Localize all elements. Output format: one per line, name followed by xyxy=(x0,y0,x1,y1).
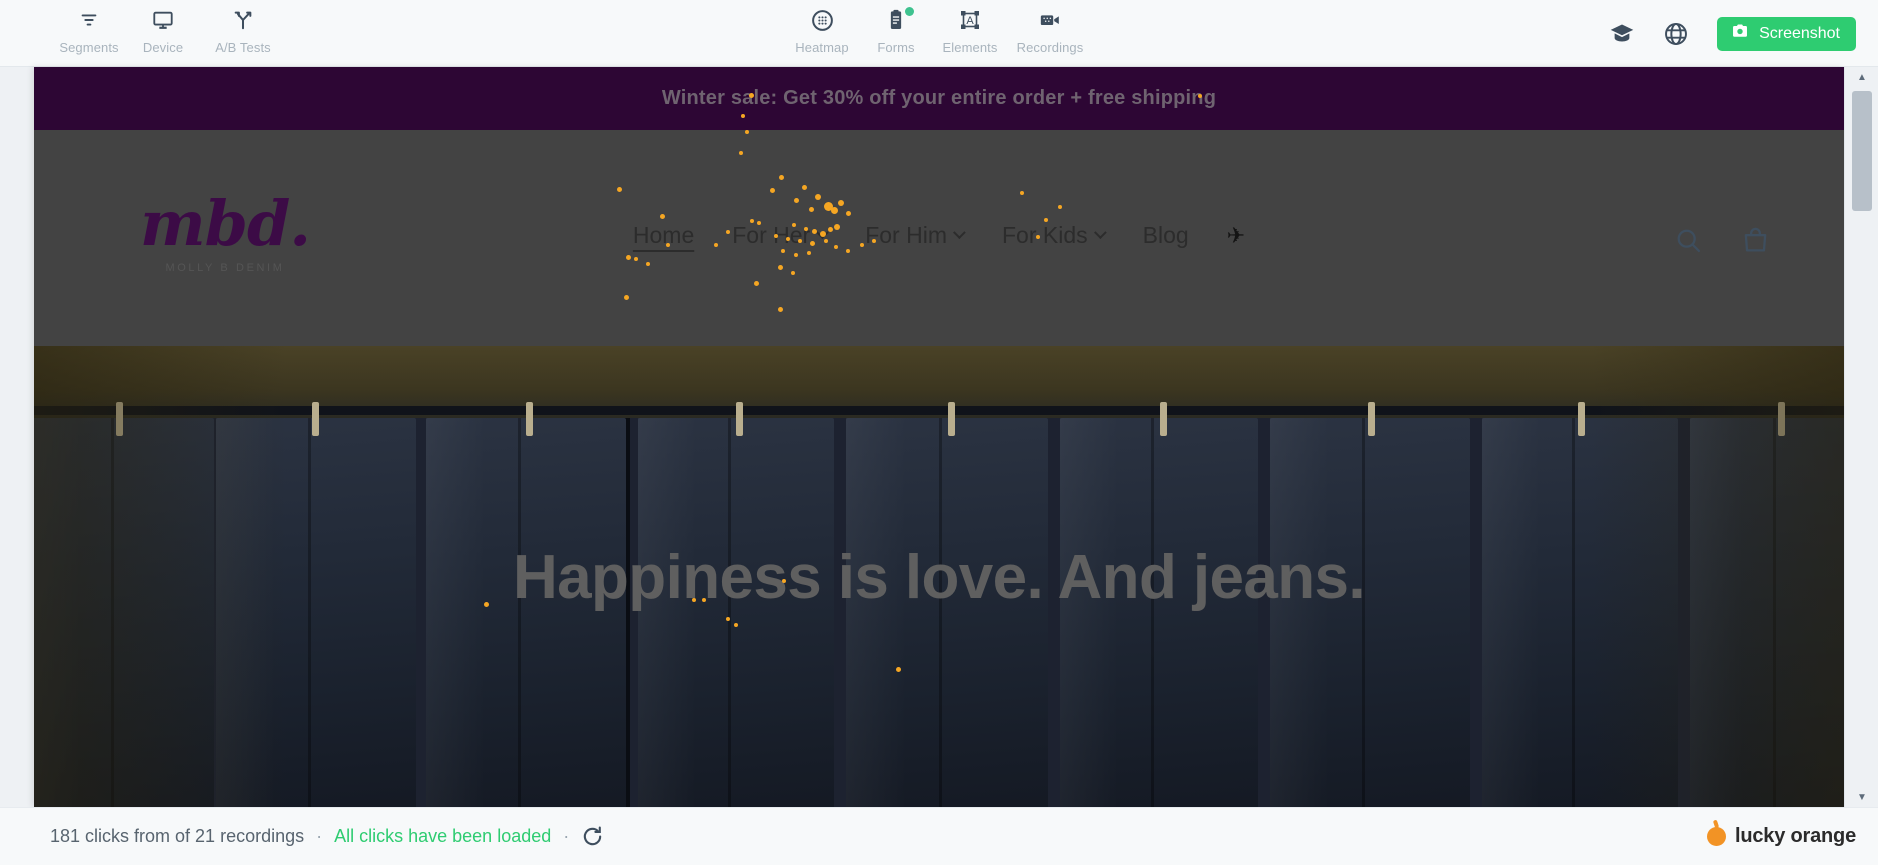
brand-tagline: MOLLY B DENIM xyxy=(165,262,285,274)
header-actions xyxy=(1674,226,1770,255)
brand-wordmark: mbd. xyxy=(140,187,311,260)
toolbar-right-group: Screenshot xyxy=(1609,0,1856,67)
toolbar-device-label: Device xyxy=(142,40,184,55)
hero-section: Happiness is love. And jeans. xyxy=(34,346,1844,807)
toolbar-ab-tests-button[interactable]: A/B Tests xyxy=(200,6,286,55)
promo-banner: Winter sale: Get 30% off your entire ord… xyxy=(34,67,1844,130)
scroll-up-arrow-icon[interactable]: ▲ xyxy=(1845,67,1878,87)
toolbar-heatmap-label: Heatmap xyxy=(795,40,849,55)
toolbar-elements-label: Elements xyxy=(942,40,998,55)
toolbar-forms-label: Forms xyxy=(877,40,915,55)
nav-item-home[interactable]: Home xyxy=(633,222,694,249)
nav-item-for-her-label: For Her xyxy=(732,222,811,248)
chevron-down-icon xyxy=(816,226,830,240)
toolbar-recordings-button[interactable]: Recordings xyxy=(1007,6,1093,55)
chevron-down-icon xyxy=(953,226,966,240)
nav-item-for-him-label: For Him xyxy=(865,222,947,248)
filter-icon xyxy=(78,6,100,34)
nav-item-for-kids-label: For Kids xyxy=(1001,222,1088,248)
split-arrows-icon xyxy=(232,6,254,34)
nav-item-blog[interactable]: Blog xyxy=(1143,222,1189,249)
status-bar-left: 181 clicks from of 21 recordings · All c… xyxy=(50,825,604,848)
site-header: mbd. MOLLY B DENIM Home For Her For Him … xyxy=(34,130,1844,346)
airplane-icon: ✈ xyxy=(1226,222,1246,248)
refresh-icon[interactable] xyxy=(581,825,604,848)
site-navigation: Home For Her For Him For Kids Blog ✈ xyxy=(633,222,1245,249)
toolbar-forms-button[interactable]: Forms xyxy=(859,6,933,55)
clipboard-icon xyxy=(885,6,907,34)
website-preview-viewport[interactable]: Winter sale: Get 30% off your entire ord… xyxy=(34,67,1844,807)
search-icon[interactable] xyxy=(1674,226,1703,255)
orange-fruit-icon xyxy=(1707,827,1727,846)
toolbar-center-group: Heatmap Forms A Elements Recordings xyxy=(785,0,1093,55)
click-count-text: 181 clicks from of 21 recordings xyxy=(50,826,305,846)
toolbar-device-button[interactable]: Device xyxy=(126,6,200,55)
graduation-cap-icon[interactable] xyxy=(1609,21,1635,47)
status-separator-2: · xyxy=(563,826,570,846)
nav-item-for-kids[interactable]: For Kids xyxy=(1001,222,1107,249)
video-camera-icon xyxy=(1037,6,1063,34)
element-bounding-box-icon: A xyxy=(958,6,982,34)
toolbar-left-group: Segments Device A/B Tests xyxy=(52,0,286,55)
hero-headline: Happiness is love. And jeans. xyxy=(512,543,1366,612)
status-bar: 181 clicks from of 21 recordings · All c… xyxy=(0,807,1878,865)
nav-item-home-label: Home xyxy=(632,222,695,248)
nav-item-for-her[interactable]: For Her xyxy=(732,222,830,249)
status-separator-1: · xyxy=(316,826,323,846)
top-toolbar: Segments Device A/B Tests Heatmap Forms … xyxy=(0,0,1878,67)
promo-banner-text: Winter sale: Get 30% off your entire ord… xyxy=(661,87,1217,109)
scrollbar-thumb[interactable] xyxy=(1852,91,1872,211)
camera-icon xyxy=(1730,22,1750,45)
toolbar-ab-tests-label: A/B Tests xyxy=(215,40,271,55)
forms-notification-badge xyxy=(905,7,914,16)
svg-text:A: A xyxy=(966,15,974,27)
heatmap-dots-circle-icon xyxy=(810,6,835,34)
lucky-orange-logo: lucky orange xyxy=(1707,825,1856,848)
page-scrollbar[interactable]: ▲ ▼ xyxy=(1844,67,1878,807)
nav-item-for-him[interactable]: For Him xyxy=(865,222,966,249)
toolbar-heatmap-button[interactable]: Heatmap xyxy=(785,6,859,55)
brand-logo[interactable]: mbd. MOLLY B DENIM xyxy=(120,187,330,275)
monitor-icon xyxy=(151,6,175,34)
toolbar-segments-label: Segments xyxy=(59,40,119,55)
nav-item-blog-label: Blog xyxy=(1142,222,1189,248)
shopping-bag-icon[interactable] xyxy=(1741,226,1770,255)
toolbar-elements-button[interactable]: A Elements xyxy=(933,6,1007,55)
screenshot-button[interactable]: Screenshot xyxy=(1717,16,1856,51)
toolbar-recordings-label: Recordings xyxy=(1016,40,1084,55)
scroll-down-arrow-icon[interactable]: ▼ xyxy=(1845,787,1878,807)
globe-icon[interactable] xyxy=(1663,21,1689,47)
lucky-orange-wordmark: lucky orange xyxy=(1735,825,1856,847)
clicks-loaded-text[interactable]: All clicks have been loaded xyxy=(334,826,551,847)
toolbar-segments-button[interactable]: Segments xyxy=(52,6,126,55)
screenshot-button-label: Screenshot xyxy=(1759,24,1840,42)
nav-item-airplane[interactable]: ✈ xyxy=(1227,223,1245,249)
chevron-down-icon xyxy=(1093,226,1107,240)
